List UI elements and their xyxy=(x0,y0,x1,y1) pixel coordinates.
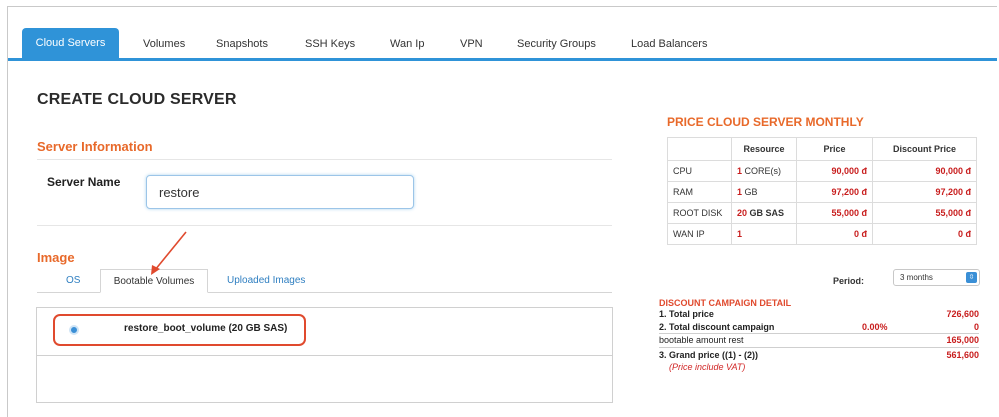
discount-price-value: 55,000 đ xyxy=(872,202,977,224)
vat-note: (Price include VAT) xyxy=(669,362,746,372)
resource-amount: 1 GB xyxy=(731,181,797,203)
price-title: PRICE CLOUD SERVER MONTHLY xyxy=(667,115,864,129)
server-info-heading: Server Information xyxy=(37,139,153,154)
table-header-row: Resource Price Discount Price xyxy=(667,137,977,161)
total-price-value: 726,600 xyxy=(946,309,979,319)
chevron-down-icon: ⇳ xyxy=(966,272,977,283)
price-value: 90,000 đ xyxy=(796,160,873,182)
price-value: 0 đ xyxy=(796,223,873,245)
annotation-highlight-box xyxy=(53,314,306,346)
grand-price-row: 3. Grand price ((1) - (2)) 561,600 xyxy=(659,350,979,362)
header-cell xyxy=(667,137,732,161)
resource-amount: 1 xyxy=(731,223,797,245)
header-cell: Price xyxy=(796,137,873,161)
period-label: Period: xyxy=(833,276,865,286)
resource-name: ROOT DISK xyxy=(667,202,732,224)
discount-price-value: 90,000 đ xyxy=(872,160,977,182)
resource-name: WAN IP xyxy=(667,223,732,245)
tab-cloud-servers[interactable]: Cloud Servers xyxy=(22,28,119,61)
price-table: Resource Price Discount Price CPU 1 CORE… xyxy=(667,137,977,245)
discount-price-value: 0 đ xyxy=(872,223,977,245)
annotation-arrow xyxy=(151,231,187,275)
price-value: 55,000 đ xyxy=(796,202,873,224)
divider xyxy=(37,225,612,226)
image-heading: Image xyxy=(37,250,75,265)
resource-name: CPU xyxy=(667,160,732,182)
server-name-label: Server Name xyxy=(47,175,121,189)
discount-campaign-label: 2. Total discount campaign xyxy=(659,322,775,332)
tab-wan-ip[interactable]: Wan Ip xyxy=(390,38,424,50)
price-value: 97,200 đ xyxy=(796,181,873,203)
table-row: RAM 1 GB 97,200 đ 97,200 đ xyxy=(667,181,977,203)
total-price-row: 1. Total price 726,600 xyxy=(659,309,979,321)
tab-security-groups[interactable]: Security Groups xyxy=(517,38,596,50)
discount-title: DISCOUNT CAMPAIGN DETAIL xyxy=(659,298,792,308)
table-row: WAN IP 1 0 đ 0 đ xyxy=(667,223,977,245)
tab-snapshots[interactable]: Snapshots xyxy=(216,38,268,50)
period-value: 3 months xyxy=(900,273,933,282)
total-price-label: 1. Total price xyxy=(659,309,714,319)
resource-amount: 1 CORE(s) xyxy=(731,160,797,182)
server-name-input[interactable] xyxy=(146,175,414,209)
divider xyxy=(36,355,613,356)
tab-load-balancers[interactable]: Load Balancers xyxy=(631,38,707,50)
image-tab-os[interactable]: OS xyxy=(66,275,80,286)
period-select[interactable]: 3 months ⇳ xyxy=(893,269,980,286)
grand-price-label: 3. Grand price ((1) - (2)) xyxy=(659,350,759,360)
header-cell: Resource xyxy=(731,137,797,161)
resource-amount: 20 GB SAS xyxy=(731,202,797,224)
grand-price-value: 561,600 xyxy=(946,350,979,360)
resource-name: RAM xyxy=(667,181,732,203)
table-row: CPU 1 CORE(s) 90,000 đ 90,000 đ xyxy=(667,160,977,182)
discount-campaign-value: 0 xyxy=(973,322,979,332)
tab-bar: Cloud Servers Volumes Snapshots SSH Keys… xyxy=(8,7,997,61)
bootable-rest-row: bootable amount rest 165,000 xyxy=(659,335,979,347)
divider xyxy=(659,347,979,348)
bootable-rest-value: 165,000 xyxy=(946,335,979,345)
divider xyxy=(659,333,979,334)
image-tab-uploaded-images[interactable]: Uploaded Images xyxy=(227,275,305,286)
bootable-rest-label: bootable amount rest xyxy=(659,335,744,345)
page-title: CREATE CLOUD SERVER xyxy=(37,91,237,108)
header-cell: Discount Price xyxy=(872,137,977,161)
discount-price-value: 97,200 đ xyxy=(872,181,977,203)
tab-ssh-keys[interactable]: SSH Keys xyxy=(305,38,355,50)
table-row: ROOT DISK 20 GB SAS 55,000 đ 55,000 đ xyxy=(667,202,977,224)
discount-campaign-percent: 0.00% xyxy=(862,322,888,332)
divider xyxy=(37,159,612,160)
tab-volumes[interactable]: Volumes xyxy=(143,38,185,50)
tab-vpn[interactable]: VPN xyxy=(460,38,483,50)
